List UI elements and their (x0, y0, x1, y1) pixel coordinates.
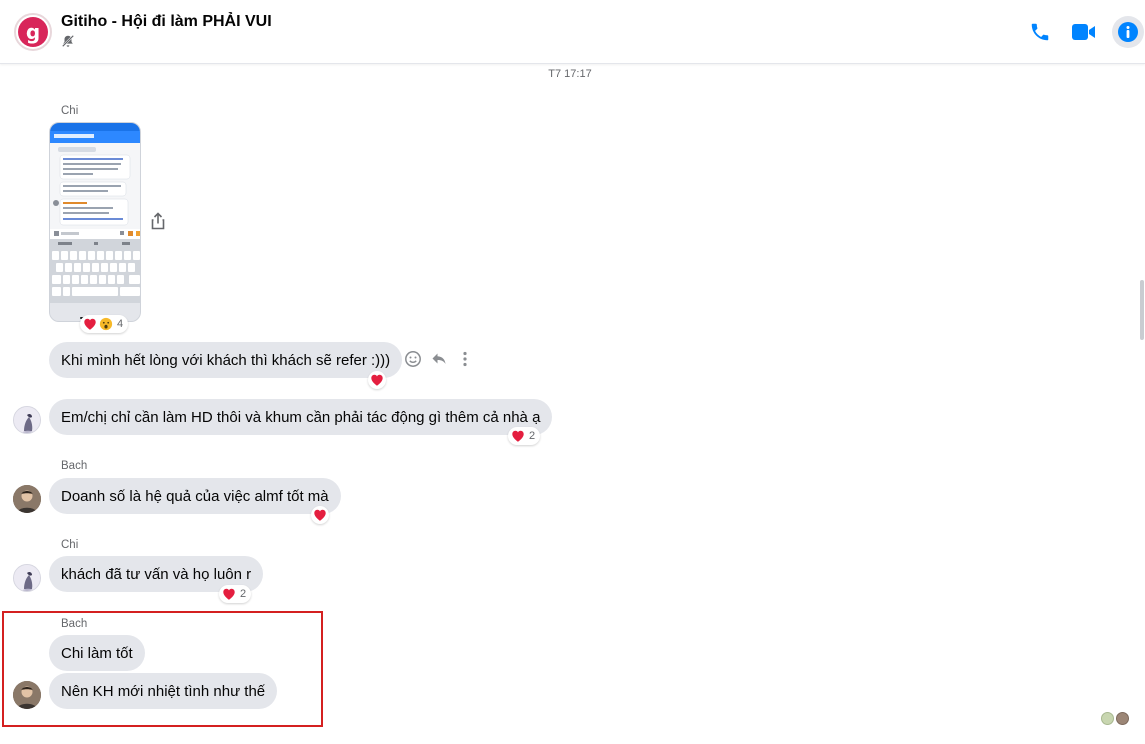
shared-screenshot-image[interactable] (49, 122, 141, 322)
seen-avatar (1101, 712, 1114, 725)
video-camera-icon (1072, 24, 1095, 40)
info-icon (1118, 22, 1138, 42)
wow-face-icon (99, 317, 113, 331)
message-thread[interactable]: T7 17:17 Chi 4 Khi mình hết lòng với khá… (0, 65, 1145, 744)
share-icon (151, 212, 165, 230)
more-vertical-icon (463, 351, 467, 367)
avatar-image (14, 407, 40, 433)
message-timestamp: T7 17:17 (548, 68, 592, 80)
phone-icon (1031, 23, 1049, 41)
react-button[interactable] (403, 349, 423, 369)
avatar-image (13, 485, 41, 513)
video-call-button[interactable] (1068, 16, 1100, 48)
highlight-annotation-box (2, 611, 323, 727)
message-reaction[interactable]: 2 (508, 427, 541, 445)
screenshot-thumbnail-graphic (50, 123, 140, 321)
reply-button[interactable] (429, 349, 449, 369)
reply-icon (432, 353, 446, 364)
heart-icon (84, 318, 96, 330)
message-reaction[interactable] (368, 371, 386, 389)
reaction-count: 2 (529, 430, 536, 442)
info-button[interactable] (1112, 16, 1144, 48)
message-bubble[interactable]: Chi làm tốt (49, 635, 145, 671)
chat-header: g Gitiho - Hội đi làm PHẢI VUI (0, 0, 1145, 64)
avatar-bach[interactable] (13, 485, 41, 513)
group-title[interactable]: Gitiho - Hội đi làm PHẢI VUI (61, 13, 272, 31)
group-avatar[interactable]: g (14, 13, 52, 51)
reaction-count: 4 (117, 318, 124, 330)
heart-icon (371, 374, 383, 386)
avatar-image (14, 565, 40, 591)
seen-avatar (1116, 712, 1129, 725)
message-bubble[interactable]: Nên KH mới nhiệt tình như thế (49, 673, 278, 709)
avatar-image (13, 681, 41, 709)
message-bubble[interactable]: Khi mình hết lòng với khách thì khách sẽ… (49, 342, 403, 378)
message-bubble[interactable]: Doanh số là hệ quả của việc almf tốt mà (49, 478, 341, 514)
heart-icon (314, 509, 326, 521)
heart-icon (512, 430, 524, 442)
message-bubble[interactable]: Em/chị chỉ cần làm HD thôi và khum cần p… (49, 399, 553, 435)
sender-name-bach: Bach (61, 460, 88, 472)
reaction-count: 2 (240, 588, 247, 600)
seen-indicators (1101, 712, 1129, 725)
message-reaction[interactable] (311, 506, 329, 524)
image-reactions[interactable]: 4 (80, 315, 129, 333)
sender-name-chi: Chi (61, 105, 79, 117)
sender-name-bach: Bach (61, 618, 88, 630)
call-button[interactable] (1024, 16, 1056, 48)
avatar-chi[interactable] (13, 564, 41, 592)
scrollbar[interactable] (1139, 65, 1145, 744)
avatar-chi[interactable] (13, 406, 41, 434)
avatar-bach[interactable] (13, 681, 41, 709)
muted-bell-icon (62, 35, 74, 47)
group-avatar-letter: g (18, 17, 48, 47)
more-button[interactable] (455, 349, 475, 369)
message-hover-actions (403, 349, 475, 369)
heart-icon (223, 588, 235, 600)
smiley-icon (405, 351, 421, 367)
share-button[interactable] (148, 211, 168, 231)
message-reaction[interactable]: 2 (219, 585, 252, 603)
sender-name-chi: Chi (61, 539, 79, 551)
scrollbar-thumb[interactable] (1140, 280, 1144, 340)
